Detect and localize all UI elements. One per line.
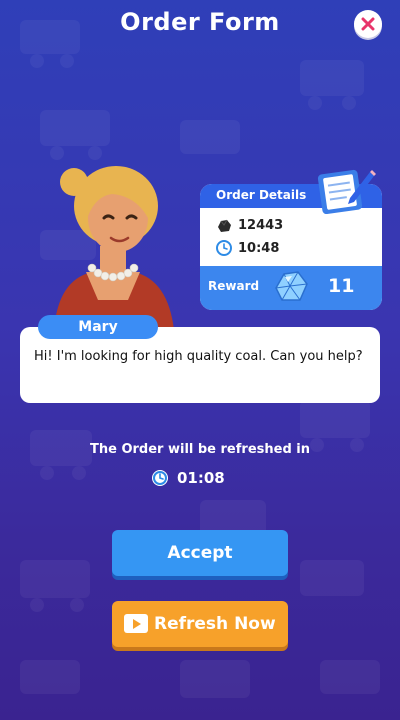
- clipboard-icon: [317, 169, 376, 214]
- refresh-label: The Order will be refreshed in: [89, 442, 310, 457]
- refresh-now-button[interactable]: Refresh Now: [112, 601, 288, 647]
- customer-message: Hi! I'm looking for high quality coal. C…: [34, 349, 363, 364]
- coal-icon: [218, 219, 231, 232]
- close-icon: [361, 17, 375, 31]
- time-row: 10:48: [216, 240, 279, 256]
- close-button[interactable]: [354, 10, 382, 38]
- gem-icon: [275, 271, 308, 301]
- reward-value: 11: [328, 275, 355, 297]
- customer-portrait: [54, 166, 174, 330]
- time-limit: 10:48: [238, 240, 280, 256]
- clock-icon: [152, 470, 168, 486]
- refresh-countdown: 01:08: [177, 469, 225, 487]
- reward-bar: Reward 11: [200, 266, 382, 310]
- coal-amount: 12443: [238, 218, 284, 233]
- refresh-timer: 01:08: [151, 469, 225, 487]
- page-title: Order Form: [120, 8, 280, 36]
- video-play-icon: [124, 614, 148, 633]
- accept-button[interactable]: Accept: [112, 530, 288, 576]
- clock-icon: [216, 240, 232, 256]
- reward-label: Reward: [208, 279, 260, 293]
- coal-row: 12443: [216, 218, 283, 233]
- order-details-title: Order Details: [216, 188, 307, 202]
- customer-name: Mary: [38, 315, 158, 339]
- refresh-now-label: Refresh Now: [154, 614, 276, 634]
